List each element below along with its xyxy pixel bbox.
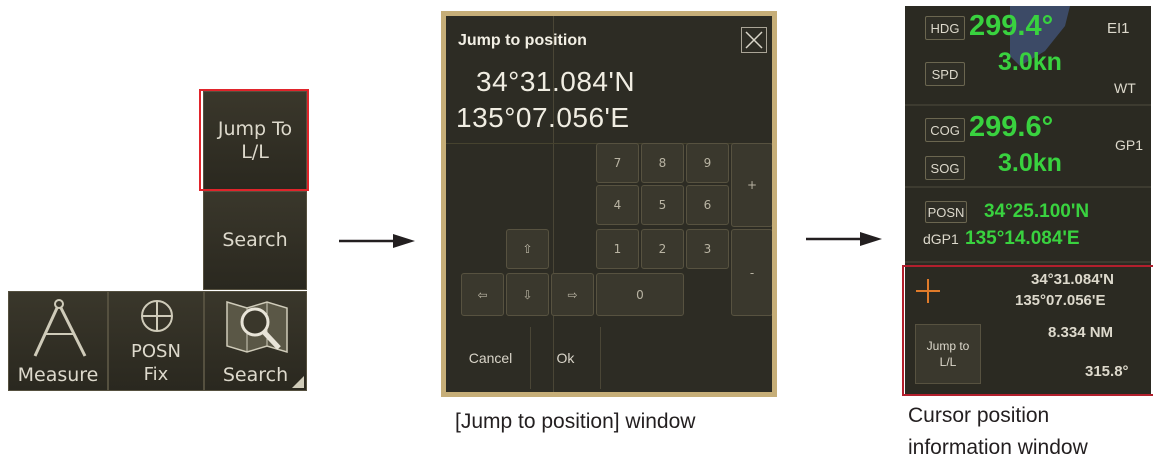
close-button[interactable] (741, 27, 767, 53)
posn-source: dGP1 (923, 231, 959, 247)
spd-source: WT (1114, 80, 1136, 96)
panel-caption-line2: information window (908, 436, 1088, 459)
cog-value: 299.6° (969, 111, 1054, 143)
ok-button[interactable]: Ok (531, 327, 601, 389)
key-2[interactable]: 2 (641, 229, 684, 269)
posn-label: POSN (925, 201, 967, 223)
dialog-title: Jump to position (458, 32, 587, 49)
key-7[interactable]: 7 (596, 143, 639, 183)
key-minus[interactable]: - (731, 229, 772, 316)
panel-caption-line1: Cursor position (908, 404, 1050, 427)
spd-label: SPD (925, 62, 965, 86)
jump-to-position-dialog: Jump to position 34°31.084'N 135°07.056'… (441, 11, 777, 397)
search-label: Search (222, 364, 289, 386)
divider-compass-icon (33, 299, 87, 357)
longitude-input[interactable]: 135°07.056'E (456, 102, 630, 134)
arrow-right-icon: ⇨ (567, 287, 578, 302)
crosshair-circle-icon (141, 300, 173, 332)
arrow-down-button[interactable]: ⇩ (506, 273, 549, 316)
arrow-down-icon: ⇩ (522, 287, 533, 302)
cancel-button[interactable]: Cancel (451, 327, 531, 389)
spd-value: 3.0kn (998, 48, 1062, 76)
cog-source: GP1 (1115, 137, 1144, 153)
close-icon (745, 31, 763, 49)
posn-longitude: 135°14.084'E (965, 228, 1080, 249)
posn-fix-button[interactable]: POSN Fix (108, 291, 204, 391)
arrow-left-icon: ⇦ (477, 287, 488, 302)
hdg-source: EI1 (1107, 20, 1130, 37)
dialog-body: Jump to position 34°31.084'N 135°07.056'… (446, 16, 772, 392)
posn-latitude: 34°25.100'N (984, 201, 1090, 222)
search-button[interactable]: Search (204, 291, 307, 391)
map-magnifier-icon (226, 300, 288, 354)
measure-label: Measure (17, 364, 99, 386)
key-plus[interactable]: + (731, 143, 772, 227)
key-1[interactable]: 1 (596, 229, 639, 269)
arrow-left-button[interactable]: ⇦ (461, 273, 504, 316)
jump-to-ll-highlight (199, 89, 309, 191)
latitude-input[interactable]: 34°31.084'N (476, 66, 635, 98)
arrow-right-button[interactable]: ⇨ (551, 273, 594, 316)
measure-button[interactable]: Measure (8, 291, 108, 391)
submenu-corner-icon (292, 376, 304, 388)
divider (905, 261, 1151, 263)
sog-value: 3.0kn (998, 149, 1062, 177)
key-0[interactable]: 0 (596, 273, 684, 316)
key-5[interactable]: 5 (641, 185, 684, 225)
arrow-right-icon (806, 232, 882, 246)
divider (905, 104, 1151, 106)
hdg-label: HDG (925, 16, 965, 40)
dialog-caption: [Jump to position] window (455, 410, 696, 433)
key-4[interactable]: 4 (596, 185, 639, 225)
hdg-value: 299.4° (969, 10, 1054, 42)
key-9[interactable]: 9 (686, 143, 729, 183)
key-3[interactable]: 3 (686, 229, 729, 269)
arrow-up-icon: ⇧ (522, 242, 533, 256)
search-menu-label: Search (222, 229, 288, 251)
key-6[interactable]: 6 (686, 185, 729, 225)
key-8[interactable]: 8 (641, 143, 684, 183)
arrow-up-button[interactable]: ⇧ (506, 229, 549, 269)
arrow-right-icon (339, 234, 415, 248)
divider (905, 186, 1151, 188)
sog-label: SOG (925, 156, 965, 180)
search-menu-button[interactable]: Search (203, 191, 307, 290)
posn-fix-label: POSN Fix (131, 341, 181, 385)
cog-label: COG (925, 118, 965, 142)
cursor-info-highlight (902, 265, 1153, 396)
